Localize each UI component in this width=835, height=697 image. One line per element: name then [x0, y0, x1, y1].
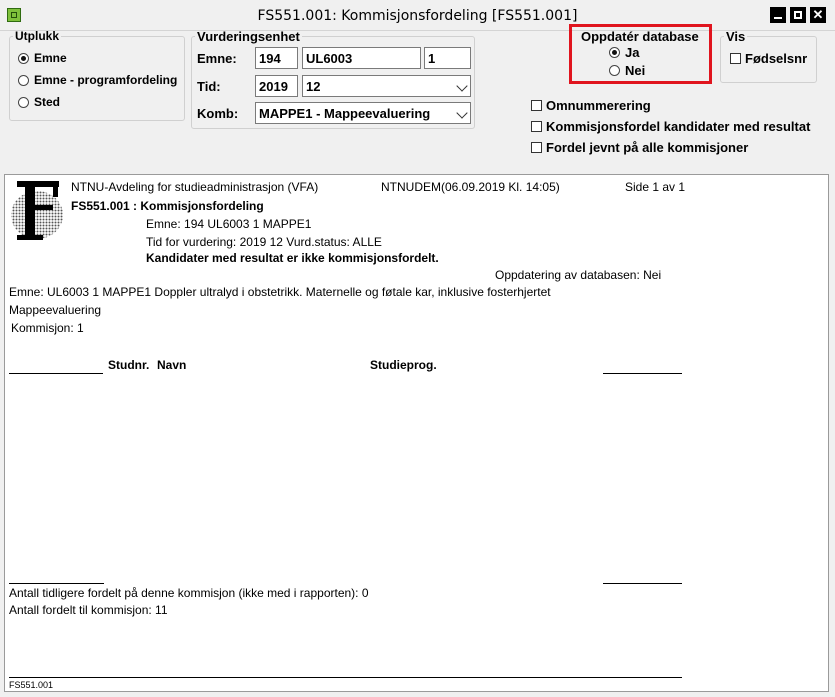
komb-value: MAPPE1 - Mappeevaluering: [259, 106, 431, 121]
radio-sted[interactable]: Sted: [18, 95, 60, 109]
chevron-down-icon: [456, 80, 468, 92]
utplukk-legend: Utplukk: [15, 29, 60, 43]
close-icon[interactable]: ✕: [810, 7, 826, 23]
divider: [603, 373, 682, 374]
radio-sted-label: Sted: [34, 95, 61, 109]
fodselsnr-label: Fødselsnr: [745, 51, 808, 66]
report-tidligere: Antall tidligere fordelt på denne kommis…: [9, 586, 369, 600]
maximize-icon[interactable]: [790, 7, 806, 23]
report-emne-desc: Emne: UL6003 1 MAPPE1 Doppler ultralyd i…: [9, 285, 551, 299]
kommisjonsfordel-checkbox[interactable]: Kommisjonsfordel kandidater med resultat: [531, 119, 810, 134]
ntnu-logo-icon: [11, 181, 63, 240]
report-title: FS551.001 : Kommisjonsfordeling: [71, 199, 264, 213]
window-title: FS551.001: Kommisjonsfordeling [FS551.00…: [257, 8, 578, 24]
komb-label: Komb:: [197, 106, 239, 121]
report-mappe: Mappeevaluering: [9, 303, 102, 317]
divider: [603, 583, 682, 584]
chevron-down-icon: [456, 107, 468, 119]
tid-ar-input[interactable]: 2019: [255, 75, 298, 97]
report-fordelt: Antall fordelt til kommisjon: 11: [9, 603, 168, 617]
column-studieprog: Studieprog.: [370, 358, 437, 372]
komb-select[interactable]: MAPPE1 - Mappeevaluering: [255, 102, 471, 124]
report-note: Kandidater med resultat er ikke kommisjo…: [146, 251, 439, 265]
checkbox-icon: [531, 142, 542, 153]
tid-termin-value: 12: [306, 79, 321, 94]
report-page: Side 1 av 1: [625, 180, 686, 194]
radio-emne-programfordeling[interactable]: Emne - programfordeling: [18, 73, 177, 87]
vurderingsenhet-legend: Vurderingsenhet: [197, 29, 300, 44]
emne-versjon-input[interactable]: 1: [424, 47, 471, 69]
emne-kode-input[interactable]: UL6003: [302, 47, 421, 69]
footer-divider: [9, 677, 682, 678]
divider: [9, 583, 104, 584]
radio-emne-programfordeling-label: Emne - programfordeling: [34, 73, 178, 87]
kommisjonsfordel-label: Kommisjonsfordel kandidater med resultat: [546, 119, 811, 134]
tid-termin-select[interactable]: 12: [302, 75, 471, 97]
highlight-box: [569, 24, 712, 84]
radio-unselected-icon: [18, 96, 29, 108]
omnummerering-checkbox[interactable]: Omnummerering: [531, 98, 651, 113]
column-navn: Navn: [157, 358, 187, 372]
report-oppdatering: Oppdatering av databasen: Nei: [495, 268, 662, 282]
emne-institusjon-input[interactable]: 194: [255, 47, 298, 69]
report-tid-line: Tid for vurdering: 2019 12 Vurd.status: …: [146, 235, 382, 249]
minimize-icon[interactable]: [770, 7, 786, 23]
checkbox-icon: [531, 121, 542, 132]
fodselsnr-checkbox[interactable]: Fødselsnr: [730, 51, 807, 66]
vis-legend: Vis: [726, 29, 746, 44]
radio-emne-label: Emne: [34, 51, 67, 65]
radio-unselected-icon: [18, 74, 29, 86]
report-footer: FS551.001: [9, 680, 54, 690]
radio-selected-icon: [18, 52, 29, 64]
fordel-jevnt-label: Fordel jevnt på alle kommisjoner: [546, 140, 749, 155]
omnummerering-label: Omnummerering: [546, 98, 651, 113]
report-preview[interactable]: NTNU-Avdeling for studieadministrasjon (…: [4, 174, 829, 692]
column-studnr: Studnr.: [108, 358, 150, 372]
emne-label: Emne:: [197, 51, 237, 66]
report-institution: NTNU-Avdeling for studieadministrasjon (…: [71, 180, 319, 194]
fordel-jevnt-checkbox[interactable]: Fordel jevnt på alle kommisjoner: [531, 140, 748, 155]
report-user-stamp: NTNUDEM(06.09.2019 Kl. 14:05): [381, 180, 560, 194]
checkbox-icon: [531, 100, 542, 111]
report-emne-line: Emne: 194 UL6003 1 MAPPE1: [146, 217, 312, 231]
divider: [9, 373, 103, 374]
checkbox-icon: [730, 53, 741, 64]
report-kommisjon: Kommisjon: 1: [11, 321, 84, 335]
tid-label: Tid:: [197, 79, 221, 94]
radio-emne[interactable]: Emne: [18, 51, 67, 65]
